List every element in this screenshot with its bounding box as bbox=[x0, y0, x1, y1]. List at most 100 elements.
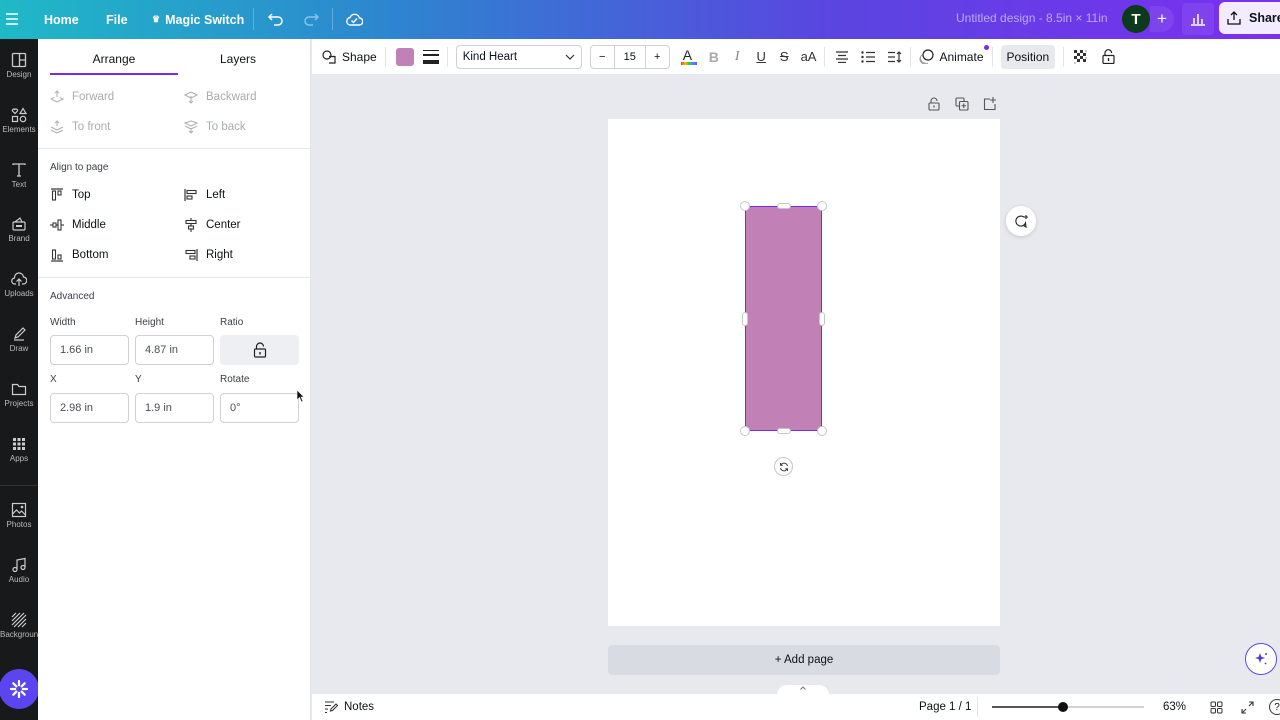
width-value: 1.66 in bbox=[60, 344, 94, 356]
rectangle-shape[interactable] bbox=[745, 206, 822, 431]
sidebar-item-elements[interactable]: Elements bbox=[0, 107, 38, 134]
height-input[interactable]: 4.87 in bbox=[135, 335, 214, 365]
decrease-font-size-button[interactable]: − bbox=[591, 45, 615, 68]
align-middle-button[interactable]: Middle bbox=[50, 218, 106, 232]
line-spacing-icon[interactable] bbox=[887, 50, 902, 63]
align-left-button[interactable]: Left bbox=[184, 188, 225, 202]
to-front-button[interactable]: To front bbox=[50, 120, 110, 134]
tab-layers[interactable]: Layers bbox=[174, 52, 302, 66]
sidebar-item-uploads[interactable]: Uploads bbox=[0, 271, 38, 298]
magic-switch-button[interactable]: ♛ Magic Switch bbox=[152, 0, 244, 39]
rotate-handle[interactable] bbox=[774, 457, 793, 476]
file-menu-button[interactable]: File bbox=[106, 0, 128, 39]
crown-icon: ♛ bbox=[152, 14, 161, 24]
toolbar-divider bbox=[824, 46, 826, 67]
resize-handle-top-right[interactable] bbox=[817, 201, 827, 211]
border-style-button[interactable] bbox=[422, 49, 439, 64]
animate-button[interactable]: Animate bbox=[919, 45, 989, 64]
resize-handle-bottom[interactable] bbox=[777, 428, 791, 434]
position-button[interactable]: Position bbox=[1000, 44, 1056, 69]
align-right-button[interactable]: Right bbox=[184, 248, 233, 262]
share-upload-icon bbox=[1227, 11, 1241, 25]
resize-handle-bottom-left[interactable] bbox=[740, 426, 750, 436]
italic-button[interactable]: I bbox=[735, 49, 740, 65]
sidebar-item-brand[interactable]: Brand bbox=[0, 216, 38, 243]
align-bottom-button[interactable]: Bottom bbox=[50, 248, 108, 262]
hamburger-icon[interactable] bbox=[4, 10, 20, 28]
magic-assistant-button[interactable] bbox=[0, 669, 39, 709]
width-input[interactable]: 1.66 in bbox=[50, 335, 129, 365]
to-back-button[interactable]: To back bbox=[184, 120, 246, 134]
cloud-saved-icon[interactable] bbox=[344, 9, 364, 29]
y-input[interactable]: 1.9 in bbox=[135, 393, 214, 423]
section-divider bbox=[38, 277, 311, 278]
home-button[interactable]: Home bbox=[44, 0, 79, 39]
align-top-icon bbox=[51, 188, 63, 201]
undo-icon[interactable] bbox=[266, 9, 286, 29]
resize-handle-top-left[interactable] bbox=[740, 201, 750, 211]
increase-font-size-button[interactable]: + bbox=[644, 45, 669, 68]
sidebar-item-draw[interactable]: Draw bbox=[0, 326, 38, 353]
page-lock-icon[interactable] bbox=[928, 97, 940, 111]
zoom-slider[interactable] bbox=[992, 702, 1144, 712]
design-page[interactable] bbox=[608, 119, 1000, 626]
fill-color-button[interactable] bbox=[395, 47, 414, 66]
x-input[interactable]: 2.98 in bbox=[50, 393, 129, 423]
letter-case-button[interactable]: aA bbox=[801, 49, 817, 64]
align-top-button[interactable]: Top bbox=[50, 188, 91, 202]
resize-handle-bottom-right[interactable] bbox=[817, 426, 827, 436]
ai-assistant-button[interactable] bbox=[1245, 643, 1277, 675]
font-size-input[interactable]: 15 bbox=[615, 51, 645, 63]
help-button[interactable]: ? bbox=[1269, 699, 1280, 715]
avatar[interactable]: T bbox=[1122, 5, 1150, 33]
add-page-icon[interactable] bbox=[983, 96, 997, 111]
add-page-label: + Add page bbox=[774, 654, 834, 666]
border-lines-icon bbox=[422, 49, 439, 51]
insights-button[interactable] bbox=[1182, 3, 1214, 35]
sidebar-item-apps[interactable]: Apps bbox=[0, 436, 38, 463]
sidebar-item-background[interactable]: Background bbox=[0, 612, 38, 639]
apps-grid-icon bbox=[13, 438, 25, 450]
grid-view-icon[interactable] bbox=[1210, 701, 1223, 714]
tab-arrange[interactable]: Arrange bbox=[50, 52, 178, 66]
underline-button[interactable]: U bbox=[757, 49, 766, 64]
add-collaborator-button[interactable]: + bbox=[1150, 6, 1174, 32]
context-toolbar: Shape Kind Heart − 15 + A B I U S aA Ani… bbox=[312, 39, 1280, 75]
sidebar-item-projects[interactable]: Projects bbox=[0, 381, 38, 408]
resize-handle-right[interactable] bbox=[819, 312, 825, 326]
sidebar-item-audio[interactable]: Audio bbox=[0, 557, 38, 584]
bold-button[interactable]: B bbox=[709, 49, 719, 65]
add-comment-button[interactable] bbox=[1006, 206, 1036, 236]
backward-button[interactable]: Backward bbox=[184, 90, 257, 104]
bullet-list-icon[interactable] bbox=[861, 50, 876, 63]
forward-button[interactable]: Forward bbox=[50, 90, 114, 104]
text-align-center-icon[interactable] bbox=[835, 50, 849, 63]
ratio-lock-button[interactable] bbox=[220, 335, 299, 365]
shape-button[interactable]: Shape bbox=[322, 50, 377, 64]
unlock-icon[interactable] bbox=[1102, 49, 1115, 64]
zoom-slider-thumb[interactable] bbox=[1058, 702, 1069, 712]
fullscreen-icon[interactable] bbox=[1241, 701, 1254, 714]
sidebar-item-label: Uploads bbox=[4, 289, 34, 298]
sidebar-item-photos[interactable]: Photos bbox=[0, 502, 38, 529]
share-button[interactable]: Share bbox=[1219, 2, 1280, 34]
sidebar-item-design[interactable]: Design bbox=[0, 52, 38, 79]
transparency-icon[interactable] bbox=[1074, 49, 1088, 64]
zoom-percent[interactable]: 63% bbox=[1163, 701, 1186, 713]
sidebar-item-text[interactable]: Text bbox=[0, 162, 38, 189]
font-family-select[interactable]: Kind Heart bbox=[455, 44, 582, 69]
page-indicator[interactable]: Page 1 / 1 bbox=[919, 701, 971, 713]
rotate-input[interactable]: 0° bbox=[220, 393, 299, 423]
add-page-button[interactable]: + Add page bbox=[608, 645, 1000, 675]
redo-icon[interactable] bbox=[301, 9, 321, 29]
duplicate-page-icon[interactable] bbox=[955, 97, 969, 111]
strikethrough-button[interactable]: S bbox=[780, 49, 789, 64]
align-center-button[interactable]: Center bbox=[184, 218, 241, 232]
resize-handle-top[interactable] bbox=[777, 203, 791, 209]
text-color-button[interactable]: A bbox=[680, 47, 697, 67]
backward-label: Backward bbox=[206, 91, 257, 103]
notes-button[interactable]: Notes bbox=[324, 701, 374, 713]
resize-handle-left[interactable] bbox=[742, 312, 748, 326]
height-value: 4.87 in bbox=[145, 344, 179, 356]
design-title[interactable]: Untitled design - 8.5in × 11in bbox=[956, 11, 1108, 25]
